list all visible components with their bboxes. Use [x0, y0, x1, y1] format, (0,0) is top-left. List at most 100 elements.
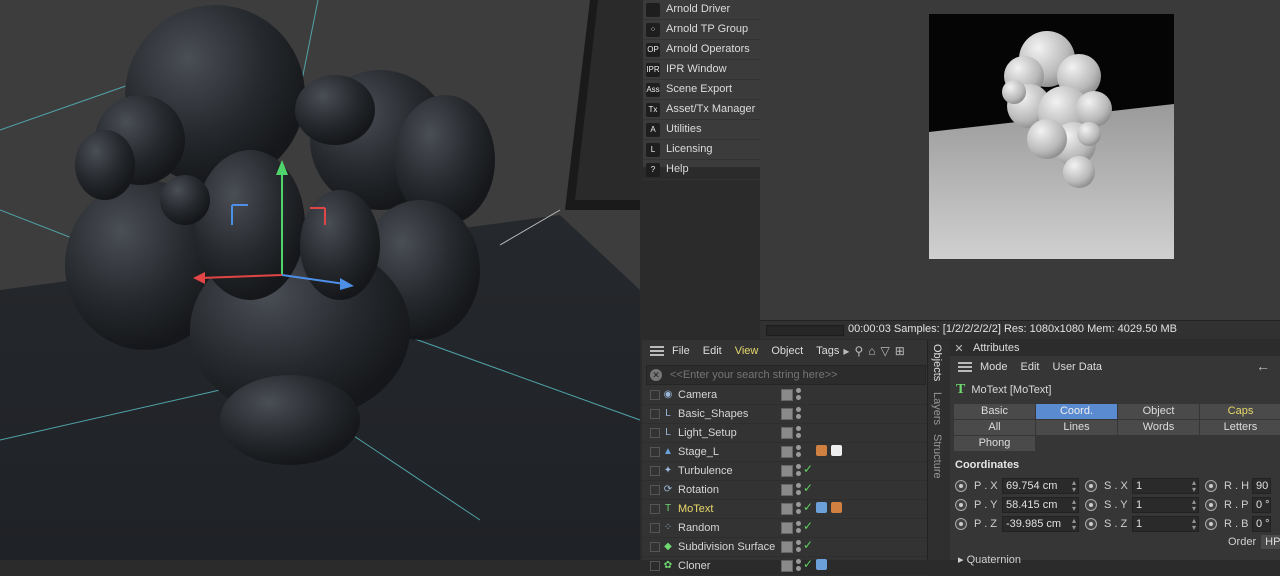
tree-expander[interactable] [650, 542, 660, 552]
visibility-dots-icon[interactable] [796, 540, 802, 554]
menu-user-data[interactable]: User Data [1053, 361, 1103, 373]
keyframe-radio-icon[interactable] [955, 518, 967, 530]
object-row[interactable]: ▲ Stage_L [642, 443, 927, 462]
hamburger-icon[interactable] [650, 346, 664, 356]
stepper-icon[interactable]: ▴ ▾ [1192, 498, 1196, 513]
object-row[interactable]: ◉ Camera [642, 386, 927, 405]
keyframe-radio-icon[interactable] [1205, 518, 1217, 530]
object-row[interactable]: L Basic_Shapes [642, 405, 927, 424]
stepper-icon[interactable]: ▴ ▾ [1072, 498, 1076, 513]
filter-icon[interactable]: ▽ [880, 344, 889, 358]
tab-phong[interactable]: Phong [954, 436, 1035, 451]
keyframe-radio-icon[interactable] [1085, 499, 1097, 511]
arnold-menu-item[interactable]: Tx Asset/Tx Manager [643, 100, 760, 120]
object-search-input[interactable] [670, 369, 910, 381]
menu-view[interactable]: View [735, 345, 759, 357]
tab-lines[interactable]: Lines [1036, 420, 1117, 435]
tab-caps[interactable]: Caps [1200, 404, 1280, 419]
layer-icon[interactable] [781, 446, 793, 458]
object-name[interactable]: Basic_Shapes [678, 408, 784, 420]
stepper-icon[interactable]: ▴ ▾ [1192, 517, 1196, 532]
enabled-check-icon[interactable]: ✓ [803, 538, 813, 552]
visibility-dots-icon[interactable] [796, 559, 802, 573]
arnold-menu-item[interactable]: L Licensing [643, 140, 760, 160]
layer-icon[interactable] [781, 522, 793, 534]
keyframe-radio-icon[interactable] [955, 480, 967, 492]
visibility-dots-icon[interactable] [796, 464, 802, 478]
material-tag-icon[interactable] [816, 502, 827, 513]
tree-expander[interactable] [650, 428, 660, 438]
tab-objects[interactable]: Objects [931, 344, 943, 381]
arnold-menu-item[interactable]: IPR IPR Window [643, 60, 760, 80]
object-name[interactable]: Random [678, 522, 784, 534]
keyframe-radio-icon[interactable] [955, 499, 967, 511]
object-name[interactable]: Camera [678, 389, 784, 401]
object-row[interactable]: L Light_Setup [642, 424, 927, 443]
tree-expander[interactable] [650, 485, 660, 495]
object-name[interactable]: Light_Setup [678, 427, 784, 439]
object-search-box[interactable]: ✕ [646, 365, 926, 385]
visibility-dots-icon[interactable] [796, 483, 802, 497]
stepper-icon[interactable]: ▴ ▾ [1072, 479, 1076, 494]
visibility-dots-icon[interactable] [796, 388, 802, 402]
tab-object[interactable]: Object [1118, 404, 1199, 419]
object-name[interactable]: Rotation [678, 484, 784, 496]
arnold-menu-item[interactable]: Ass Scene Export [643, 80, 760, 100]
new-window-icon[interactable]: ⊞ [895, 344, 905, 358]
keyframe-radio-icon[interactable] [1205, 499, 1217, 511]
object-row[interactable]: ✦ Turbulence ✓ [642, 462, 927, 481]
layer-icon[interactable] [781, 465, 793, 477]
checker-tag-icon[interactable] [831, 445, 842, 456]
order-dropdown[interactable]: HP [1261, 535, 1280, 549]
tree-expander[interactable] [650, 504, 660, 514]
mograph-tag-icon[interactable] [816, 559, 827, 570]
menu-file[interactable]: File [672, 345, 690, 357]
position-field[interactable]: 69.754 cm ▴ ▾ [1002, 478, 1079, 494]
arnold-menu-item[interactable]: Arnold Driver [643, 0, 760, 20]
tree-expander[interactable] [650, 523, 660, 533]
arnold-menu-item[interactable]: A Utilities [643, 120, 760, 140]
hamburger-icon[interactable] [958, 362, 972, 372]
back-arrow-icon[interactable]: ← [1256, 358, 1270, 374]
enabled-check-icon[interactable]: ✓ [803, 519, 813, 533]
visibility-dots-icon[interactable] [796, 445, 802, 459]
object-row[interactable]: ◆ Subdivision Surface ✓ [642, 538, 927, 557]
visibility-dots-icon[interactable] [796, 426, 802, 440]
tab-all[interactable]: All [954, 420, 1035, 435]
layer-icon[interactable] [781, 389, 793, 401]
object-name[interactable]: MoText [678, 503, 784, 515]
object-name[interactable]: Turbulence [678, 465, 784, 477]
tab-coord[interactable]: Coord. [1036, 404, 1117, 419]
keyframe-radio-icon[interactable] [1085, 480, 1097, 492]
arnold-menu-item[interactable]: OP Arnold Operators [643, 40, 760, 60]
menu-tags[interactable]: Tags [816, 345, 839, 357]
tree-expander[interactable] [650, 390, 660, 400]
tab-words[interactable]: Words [1118, 420, 1199, 435]
object-name[interactable]: Stage_L [678, 446, 784, 458]
object-row[interactable]: ⁘ Random ✓ [642, 519, 927, 538]
object-row[interactable]: T MoText ✓ [642, 500, 927, 519]
enabled-check-icon[interactable]: ✓ [803, 462, 813, 476]
layer-icon[interactable] [781, 484, 793, 496]
enabled-check-icon[interactable]: ✓ [803, 500, 813, 514]
menu-edit[interactable]: Edit [703, 345, 722, 357]
menu-edit[interactable]: Edit [1021, 361, 1040, 373]
layer-icon[interactable] [781, 427, 793, 439]
keyframe-radio-icon[interactable] [1205, 480, 1217, 492]
clear-search-icon[interactable]: ✕ [650, 369, 662, 381]
enabled-check-icon[interactable]: ✓ [803, 557, 813, 571]
layer-icon[interactable] [781, 408, 793, 420]
object-name[interactable]: Subdivision Surface [678, 541, 784, 553]
tree-expander[interactable] [650, 409, 660, 419]
position-field[interactable]: -39.985 cm ▴ ▾ [1002, 516, 1079, 532]
scale-field[interactable]: 1 ▴ ▾ [1132, 478, 1199, 494]
object-row[interactable]: ⟳ Rotation ✓ [642, 481, 927, 500]
arnold-menu-item[interactable]: ? Help [643, 160, 760, 180]
scale-field[interactable]: 1 ▴ ▾ [1132, 497, 1199, 513]
layer-icon[interactable] [781, 541, 793, 553]
visibility-dots-icon[interactable] [796, 521, 802, 535]
tab-structure[interactable]: Structure [931, 434, 943, 479]
tab-layers[interactable]: Layers [931, 392, 943, 425]
scale-field[interactable]: 1 ▴ ▾ [1132, 516, 1199, 532]
object-name[interactable]: Cloner [678, 560, 784, 572]
